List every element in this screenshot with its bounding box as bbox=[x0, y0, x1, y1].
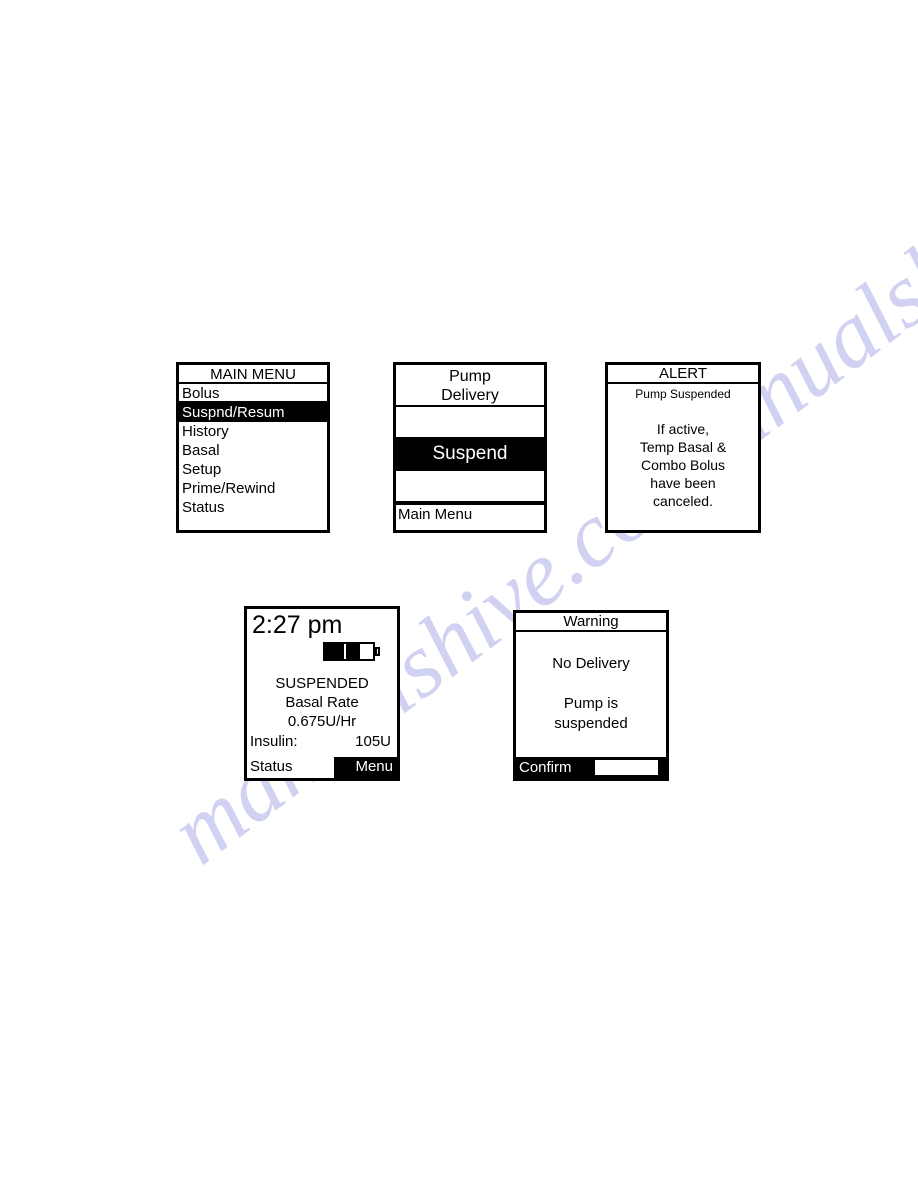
main-menu-item-basal[interactable]: Basal bbox=[179, 441, 327, 460]
status-softkey-menu[interactable]: Menu bbox=[334, 757, 397, 778]
pump-delivery-softkey-main-menu[interactable]: Main Menu bbox=[396, 503, 544, 525]
pump-delivery-header: Pump Delivery bbox=[396, 365, 544, 407]
status-insulin-label: Insulin: bbox=[250, 733, 298, 750]
pump-screen-pump-delivery: Pump Delivery Suspend Main Menu bbox=[393, 362, 547, 533]
battery-cell-1 bbox=[325, 644, 345, 659]
alert-body-line-2: Temp Basal & bbox=[639, 439, 727, 455]
status-insulin-row: Insulin: 105U bbox=[247, 732, 397, 751]
battery-indicator bbox=[247, 639, 397, 665]
status-basal-rate-label: Basal Rate bbox=[285, 694, 359, 711]
alert-body-line-5: canceled. bbox=[653, 493, 713, 509]
warning-body-line-1: No Delivery bbox=[552, 655, 630, 672]
pump-screen-warning: Warning No Delivery Pump is suspended Co… bbox=[513, 610, 669, 781]
alert-body: If active, Temp Basal & Combo Bolus have… bbox=[608, 420, 758, 510]
main-menu-item-setup[interactable]: Setup bbox=[179, 460, 327, 479]
alert-body-line-1: If active, bbox=[656, 421, 710, 437]
warning-body-spacer bbox=[516, 674, 666, 694]
status-delivery-info: SUSPENDED Basal Rate 0.675U/Hr bbox=[247, 674, 397, 731]
pump-delivery-header-line1: Pump bbox=[449, 368, 491, 385]
status-insulin-value: 105U bbox=[355, 733, 391, 750]
battery-cell-2 bbox=[346, 644, 360, 659]
warning-softkey-bar: Confirm bbox=[516, 757, 666, 778]
main-menu-item-bolus[interactable]: Bolus bbox=[179, 384, 327, 403]
alert-subtitle: Pump Suspended bbox=[635, 387, 731, 401]
main-menu-title: MAIN MENU bbox=[179, 365, 327, 384]
main-menu-item-status[interactable]: Status bbox=[179, 498, 327, 517]
pump-delivery-row-below[interactable] bbox=[396, 471, 544, 503]
status-softkey-bar: Status Menu bbox=[247, 757, 397, 778]
battery-icon bbox=[323, 642, 375, 661]
status-basal-rate-value: 0.675U/Hr bbox=[287, 713, 357, 730]
warning-body-line-2: Pump is bbox=[563, 695, 619, 712]
pump-screen-main-menu: MAIN MENU Bolus Suspnd/Resum History Bas… bbox=[176, 362, 330, 533]
warning-softkey-confirm[interactable]: Confirm bbox=[516, 758, 594, 778]
warning-body: No Delivery Pump is suspended bbox=[516, 654, 666, 734]
pump-screen-status-home: 2:27 pm SUSPENDED Basal Rate 0.675U/Hr I… bbox=[244, 606, 400, 781]
warning-body-line-3: suspended bbox=[554, 715, 628, 732]
main-menu-item-history[interactable]: History bbox=[179, 422, 327, 441]
pump-delivery-option-suspend[interactable]: Suspend bbox=[396, 439, 544, 471]
alert-body-line-4: have been bbox=[650, 475, 716, 491]
main-menu-item-suspnd-resum[interactable]: Suspnd/Resum bbox=[179, 403, 327, 422]
main-menu-item-prime-rewind[interactable]: Prime/Rewind bbox=[179, 479, 327, 498]
watermark-layer: manualshive.com manualshive.com bbox=[0, 0, 918, 1188]
warning-title: Warning bbox=[516, 613, 666, 632]
main-menu-list: Bolus Suspnd/Resum History Basal Setup P… bbox=[179, 384, 327, 517]
pump-screen-alert: ALERT Pump Suspended If active, Temp Bas… bbox=[605, 362, 761, 533]
alert-title: ALERT bbox=[608, 365, 758, 384]
warning-softkey-empty[interactable] bbox=[595, 760, 658, 775]
alert-body-line-3: Combo Bolus bbox=[640, 457, 726, 473]
status-time: 2:27 pm bbox=[252, 611, 343, 639]
status-softkey-status[interactable]: Status bbox=[247, 757, 334, 778]
battery-terminal-icon bbox=[375, 647, 380, 656]
status-state: SUSPENDED bbox=[275, 675, 369, 692]
pump-delivery-row-above[interactable] bbox=[396, 407, 544, 439]
pump-delivery-header-line2: Delivery bbox=[441, 387, 499, 404]
